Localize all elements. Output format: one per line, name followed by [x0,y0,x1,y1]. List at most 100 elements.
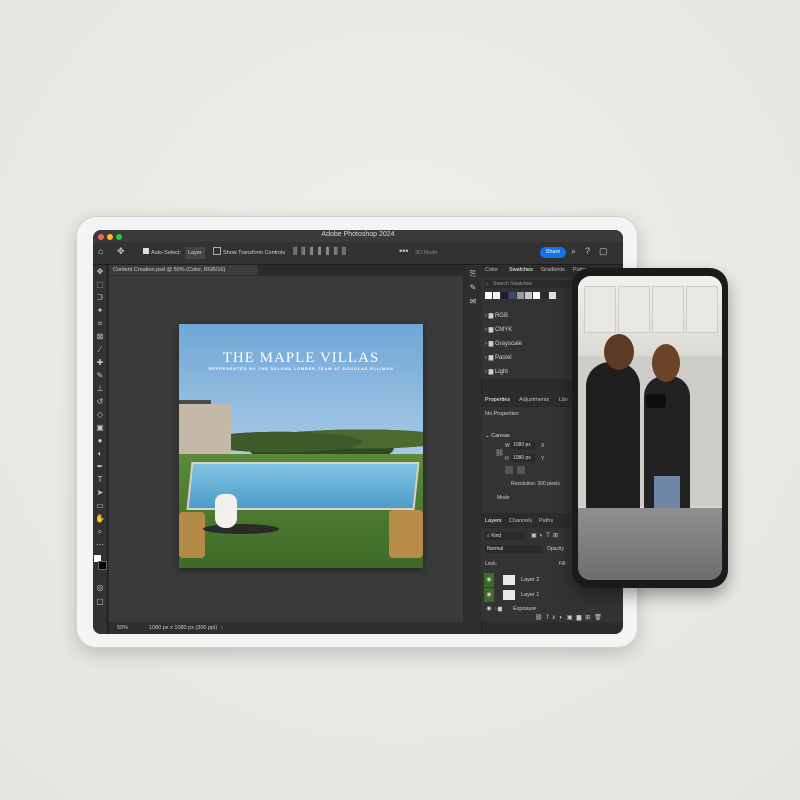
swatch-1[interactable] [485,292,492,299]
zoom-icon[interactable]: ⌕ [95,527,105,537]
swatch-9[interactable] [549,292,556,299]
magic-wand-icon[interactable]: ✦ [95,306,105,316]
visibility-eye-icon[interactable]: ◉ [484,573,494,587]
shape-icon[interactable]: ▭ [95,501,105,511]
comments-icon[interactable]: ✉ [468,297,478,307]
move-tool-icon[interactable]: ✥ [117,247,125,259]
blend-mode-dropdown[interactable]: Normal [485,545,543,553]
tab-paths[interactable]: Paths [539,518,553,524]
layer-actions-icons[interactable]: ⛓fx◐▣▆⊞🗑 [535,614,606,621]
marquee-icon[interactable]: ⬚ [95,280,105,290]
tab-layers[interactable]: Layers [485,518,502,524]
document-tab[interactable]: Content Creation.psd @ 50% (Color, RGB/1… [109,265,258,275]
type-icon[interactable]: T [95,475,105,485]
stamp-icon[interactable]: ⊥ [95,384,105,394]
visibility-eye-icon[interactable]: ◉ [484,588,494,602]
lasso-icon[interactable]: ᑐ [95,293,105,303]
layer-filter-icons[interactable]: ▣◐T⊞ [531,532,561,539]
auto-select-checkbox[interactable] [143,247,151,259]
workspace-icon[interactable]: ▢ [599,247,608,259]
brush-icon[interactable]: ✎ [95,371,105,381]
screen-mode-icon[interactable]: ▢ [95,597,105,607]
auto-select-dropdown[interactable]: Layer [185,247,205,259]
align-icons[interactable]: ⫼⫼⫼⫼⫼⫼⫼ [293,247,350,259]
eraser-icon[interactable]: ◇ [95,410,105,420]
crop-icon[interactable]: ⌗ [95,319,105,329]
swatch-8[interactable] [541,292,548,299]
swatch-folder-rgb[interactable]: › ▆ RGB [485,312,508,319]
hand-icon[interactable]: ✋ [95,514,105,524]
history-brush-icon[interactable]: ↺ [95,397,105,407]
swatch-search-input[interactable]: ⌕ Search Swatches [485,280,577,288]
home-icon[interactable]: ⌂ [98,247,103,259]
layer-name: Exposure [513,606,537,612]
brush-settings-icon[interactable]: ✎ [468,283,478,293]
swatch-5[interactable] [517,292,524,299]
pen-icon[interactable]: ✒ [95,462,105,472]
artwork-canvas[interactable]: THE MAPLE VILLAS REPRESENTED BY THE DELU… [179,324,423,568]
gradient-icon[interactable]: ▣ [95,423,105,433]
more-options-icon[interactable]: ••• [399,247,408,259]
app-title: Adobe Photoshop 2024 [321,231,395,238]
artwork-table [203,524,279,534]
photo-camera [646,394,666,408]
background-color-swatch[interactable] [98,561,108,571]
swatch-folder-pastel[interactable]: › ▆ Pastel [485,354,512,361]
swatch-2[interactable] [493,292,500,299]
tab-libraries[interactable]: Libr [559,397,568,403]
tab-gradients[interactable]: Gradients [541,267,565,273]
quick-mask-icon[interactable]: ◎ [95,583,105,593]
search-icon[interactable]: ⌕ [571,247,576,259]
portrait-orientation-icon[interactable] [505,466,513,474]
swatch-3[interactable] [501,292,508,299]
width-label: W [505,443,510,449]
swatch-folder-grayscale[interactable]: › ▆ Grayscale [485,340,522,347]
transform-controls-checkbox[interactable] [213,247,221,259]
zoom-level[interactable]: 50% [117,622,128,634]
swatch-6[interactable] [525,292,532,299]
photo-cabinet [618,286,650,333]
photo-cabinet [584,286,616,333]
path-select-icon[interactable]: ➤ [95,488,105,498]
move-icon[interactable]: ✥ [95,267,105,277]
swatch-4[interactable] [509,292,516,299]
share-button[interactable]: Share [540,247,566,258]
panel-icon-strip: ⎘ ✎ ✉ [465,265,482,634]
blur-icon[interactable]: ● [95,436,105,446]
photo-cabinet [686,286,718,333]
link-dimensions-icon[interactable]: ⛓ [495,449,504,457]
swatch-search-placeholder: Search Swatches [493,281,532,287]
tab-adjustments[interactable]: Adjustments [519,397,549,403]
photo-head-right [652,344,680,382]
photo-cabinet [652,286,684,333]
tab-channels[interactable]: Channels [509,518,532,524]
history-icon[interactable]: ⎘ [468,269,478,279]
artwork-title: THE MAPLE VILLAS [222,350,380,366]
height-input[interactable]: 1080 px [511,454,535,462]
layer-name: Layer 1 [521,592,540,598]
layer-filter-kind[interactable]: ⌕ Kind [485,532,525,540]
no-properties-label: No Properties [485,411,519,417]
more-tools-icon[interactable]: ⋯ [95,540,105,550]
chevron-right-icon[interactable]: › [221,622,223,634]
layer-row-layer-1[interactable]: ◉ Layer 1 [481,588,623,602]
swatch-folder-cmyk[interactable]: › ▆ CMYK [485,326,512,333]
artwork-chair-right [389,510,423,558]
visibility-eye-icon[interactable]: ◉ [484,602,494,616]
tab-color[interactable]: Color [485,267,498,273]
swatch-7[interactable] [533,292,540,299]
canvas-section[interactable]: ⌄ Canvas [485,433,510,439]
healing-icon[interactable]: ✚ [95,358,105,368]
swatch-folder-light[interactable]: › ▆ Light [485,368,508,375]
canvas-area[interactable]: THE MAPLE VILLAS REPRESENTED BY THE DELU… [109,276,476,622]
dodge-icon[interactable]: ◐ [95,449,105,459]
tab-swatches[interactable]: Swatches [509,267,533,273]
eyedropper-icon[interactable]: ⁄ [95,345,105,355]
width-input[interactable]: 1080 px [511,441,535,449]
auto-select-label: Auto-Select: [151,250,181,256]
opacity-label: Opacity [547,546,564,552]
tab-properties[interactable]: Properties [485,397,510,403]
landscape-orientation-icon[interactable] [517,466,525,474]
frame-icon[interactable]: ⊠ [95,332,105,342]
help-icon[interactable]: ? [585,247,590,259]
